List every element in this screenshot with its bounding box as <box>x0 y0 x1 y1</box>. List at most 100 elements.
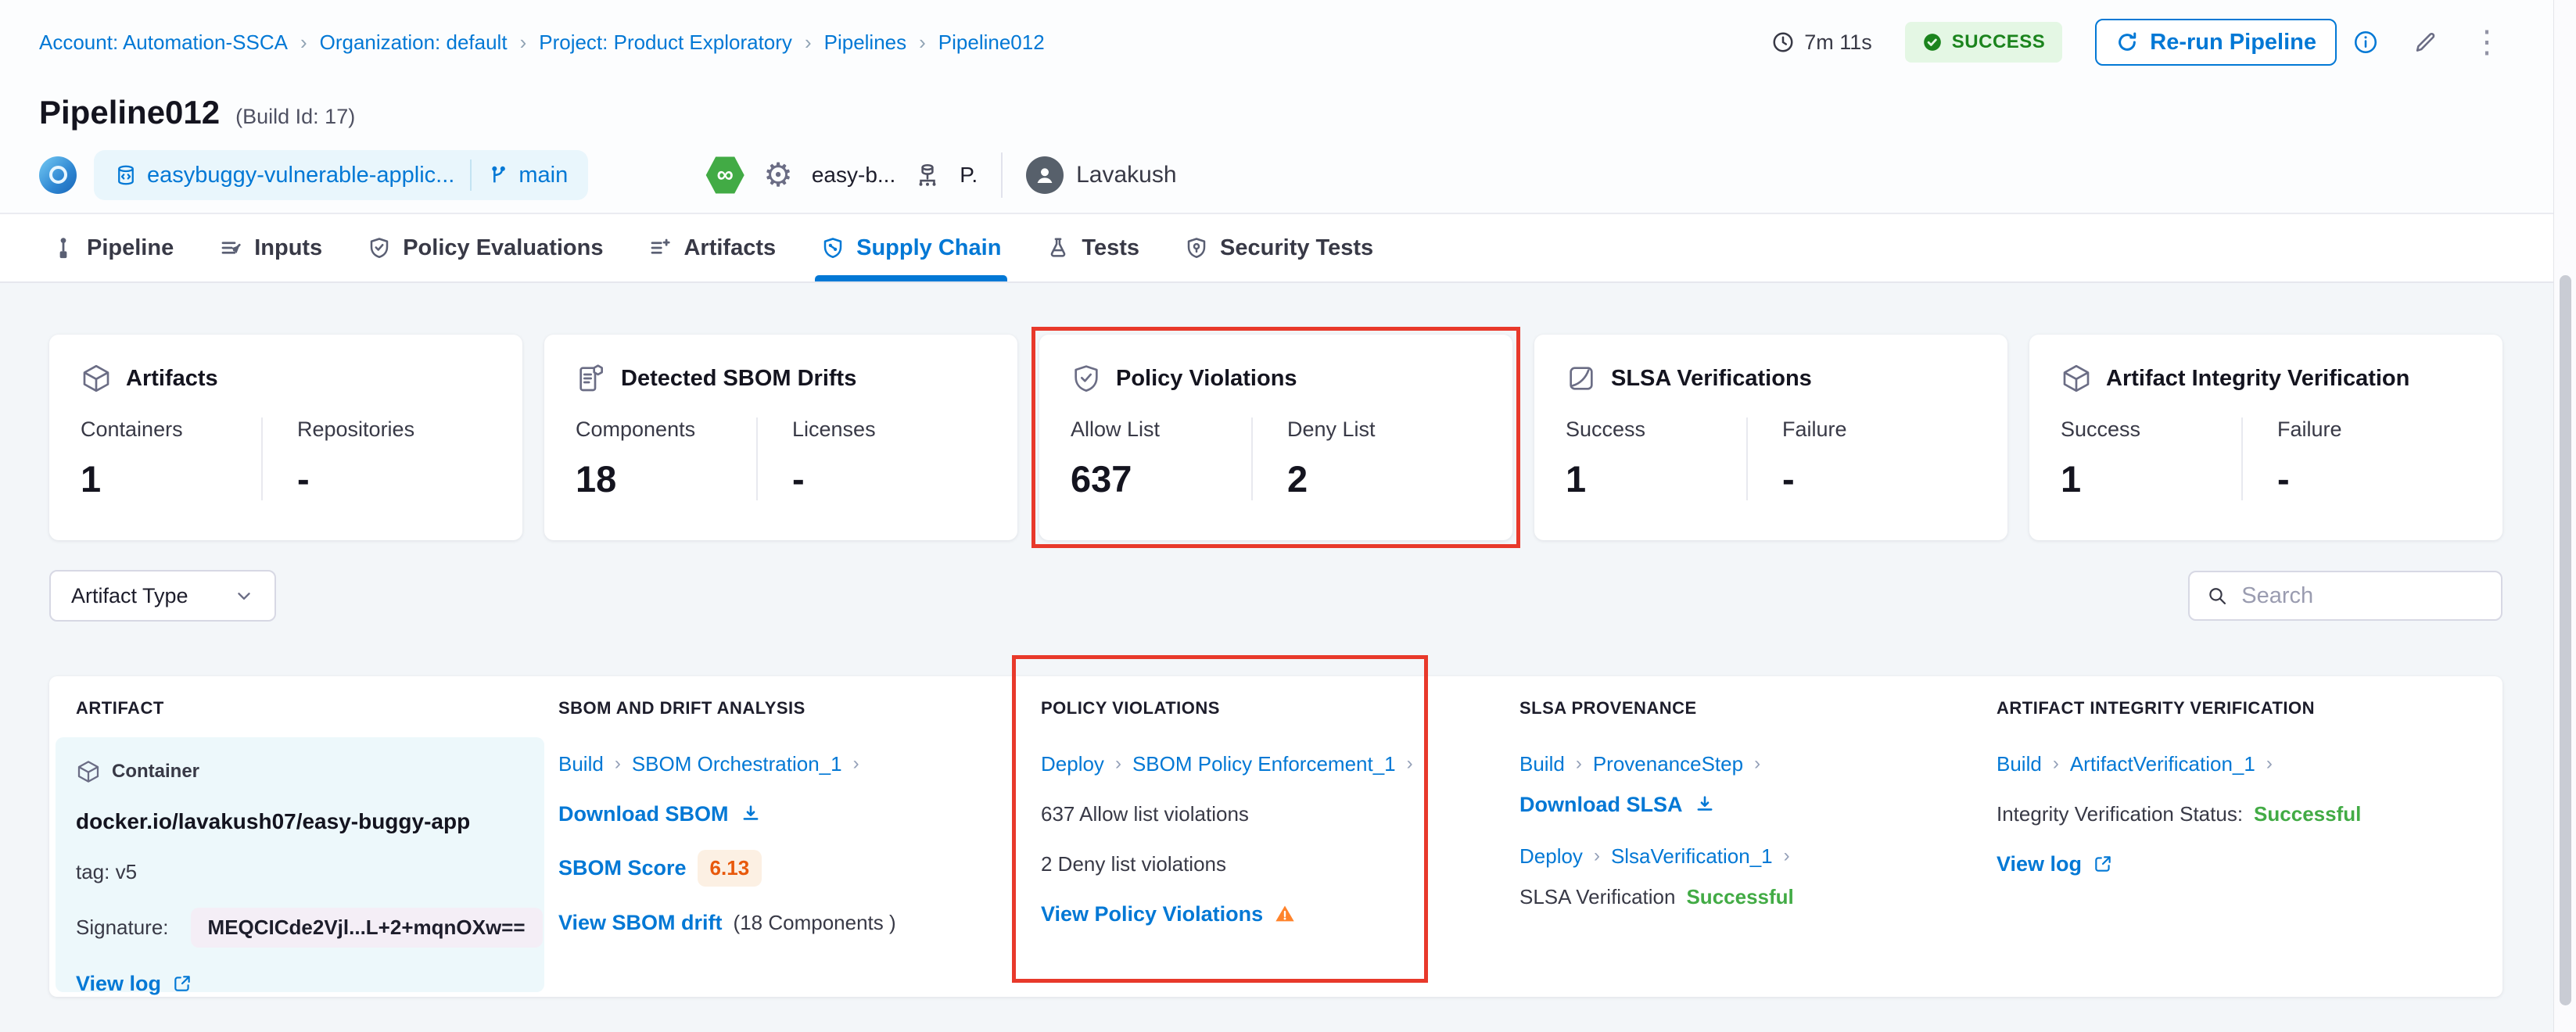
summary-cards: Artifacts Containers 1 Repositories - <box>49 335 2502 540</box>
search-input[interactable] <box>2241 583 2484 609</box>
integrity-status: Successful <box>2254 802 2361 826</box>
rerun-pipeline-button[interactable]: Re-run Pipeline <box>2095 19 2337 66</box>
external-link-icon <box>2093 854 2113 874</box>
slsa-verifications-summary-card: SLSA Verifications Success 1 Failure - <box>1534 335 2007 540</box>
flask-icon <box>1046 236 1070 260</box>
tab-label: Tests <box>1082 235 1139 261</box>
artifact-integrity-summary-card: Artifact Integrity Verification Success … <box>2029 335 2502 540</box>
column-header-artifact: ARTIFACT <box>49 698 555 718</box>
page-title: Pipeline012 <box>39 94 220 131</box>
user-name: Lavakush <box>1076 162 1176 188</box>
download-slsa-link[interactable]: Download SLSA <box>1519 793 1683 817</box>
artifact-tag: tag: v5 <box>76 860 137 884</box>
search-box <box>2188 571 2502 621</box>
column-header-policy-violations: POLICY VIOLATIONS <box>1011 698 1496 718</box>
ci-hexagon-icon: ∞ <box>705 156 744 195</box>
info-button[interactable] <box>2352 29 2379 56</box>
metric-components: Components 18 <box>576 417 756 500</box>
stage-link[interactable]: Build <box>1519 752 1565 776</box>
artifact-integrity-cell: Build › ArtifactVerification_1 › Integri… <box>1973 737 2502 992</box>
info-icon <box>2352 29 2379 56</box>
gear-icon: ⚙ <box>763 159 793 192</box>
search-icon <box>2207 584 2227 607</box>
inputs-icon <box>219 236 242 260</box>
pipeline-icon <box>52 236 75 260</box>
signature-value[interactable]: MEQCICde2Vjl...L+2+mqnOXw== <box>191 908 543 948</box>
metric-allow-list: Allow List 637 <box>1071 417 1251 500</box>
breadcrumb-organization[interactable]: Organization: default <box>320 30 508 55</box>
card-title-text: SLSA Verifications <box>1611 366 1812 392</box>
card-title-text: Detected SBOM Drifts <box>621 366 856 392</box>
step-link[interactable]: ProvenanceStep <box>1593 752 1743 776</box>
execution-tabs: Pipeline Inputs Policy Evaluations Artif… <box>0 214 2576 283</box>
tab-policy-evaluations[interactable]: Policy Evaluations <box>368 214 603 281</box>
card-title-text: Artifact Integrity Verification <box>2106 366 2409 392</box>
edit-pipeline-button[interactable] <box>2412 29 2438 56</box>
integrity-status-label: Integrity Verification Status: <box>1997 802 2243 826</box>
person-icon <box>1033 163 1057 187</box>
crumb-separator: › <box>2053 753 2059 775</box>
clock-icon <box>1771 30 1795 54</box>
tab-label: Inputs <box>254 235 322 261</box>
download-icon <box>740 803 762 825</box>
step-link[interactable]: SBOM Orchestration_1 <box>632 752 842 776</box>
tab-inputs[interactable]: Inputs <box>219 214 322 281</box>
build-id: (Build Id: 17) <box>235 105 355 129</box>
vertical-scrollbar-thumb[interactable] <box>2560 275 2571 1005</box>
breadcrumb-project[interactable]: Project: Product Exploratory <box>539 30 792 55</box>
download-sbom-link[interactable]: Download SBOM <box>558 802 729 826</box>
tab-pipeline[interactable]: Pipeline <box>52 214 174 281</box>
pill-divider <box>470 159 472 191</box>
branch-link[interactable]: main <box>487 163 568 188</box>
tab-artifacts[interactable]: Artifacts <box>648 214 776 281</box>
tab-label: Policy Evaluations <box>403 235 603 261</box>
check-circle-icon <box>1922 32 1943 52</box>
stage-link[interactable]: Deploy <box>1041 752 1104 776</box>
metric-integrity-failure: Failure - <box>2241 417 2471 500</box>
filter-row: Artifact Type <box>49 570 2502 622</box>
more-options-button[interactable]: ⋮ <box>2471 27 2502 58</box>
slsa-icon <box>1566 363 1597 394</box>
crumb-separator: › <box>853 753 859 775</box>
artifacts-table: ARTIFACT SBOM AND DRIFT ANALYSIS POLICY … <box>49 676 2502 997</box>
stage-link[interactable]: Build <box>1997 752 2042 776</box>
tab-label: Artifacts <box>683 235 776 261</box>
view-log-link[interactable]: View log <box>76 972 161 996</box>
view-sbom-drift-link[interactable]: View SBOM drift <box>558 911 723 935</box>
tab-tests[interactable]: Tests <box>1046 214 1139 281</box>
breadcrumb-current-pipeline: Pipeline012 <box>938 30 1045 55</box>
metric-containers: Containers 1 <box>81 417 261 500</box>
stage-link[interactable]: Deploy <box>1519 844 1583 869</box>
breadcrumb-pipelines[interactable]: Pipelines <box>824 30 907 55</box>
metric-integrity-success: Success 1 <box>2061 417 2241 500</box>
allow-list-violations: 637 Allow list violations <box>1041 802 1249 826</box>
metric-deny-list: Deny List 2 <box>1251 417 1481 500</box>
trigger-info: ∞ ⚙ easy-b... P. <box>705 156 978 195</box>
view-policy-violations-link[interactable]: View Policy Violations <box>1041 902 1263 926</box>
duration-text: 7m 11s <box>1804 30 1872 55</box>
git-branch-icon <box>487 163 509 187</box>
sbom-score-link[interactable]: SBOM Score <box>558 856 687 880</box>
tab-security-tests[interactable]: Security Tests <box>1185 214 1373 281</box>
view-log-link[interactable]: View log <box>1997 852 2082 876</box>
step-link[interactable]: SlsaVerification_1 <box>1611 844 1773 869</box>
codebase-step-label: easy-b... <box>812 163 895 188</box>
slsa-verification-label: SLSA Verification <box>1519 885 1675 909</box>
column-header-sbom: SBOM AND DRIFT ANALYSIS <box>555 698 1011 718</box>
user-avatar <box>1026 156 1064 194</box>
column-header-integrity: ARTIFACT INTEGRITY VERIFICATION <box>1973 698 2502 718</box>
sbom-cell: Build › SBOM Orchestration_1 › Download … <box>555 737 1011 992</box>
step-link[interactable]: ArtifactVerification_1 <box>2070 752 2255 776</box>
cube-icon <box>81 363 112 394</box>
table-header-row: ARTIFACT SBOM AND DRIFT ANALYSIS POLICY … <box>49 676 2502 718</box>
metric-slsa-success: Success 1 <box>1566 417 1746 500</box>
container-icon <box>76 759 101 784</box>
shield-check-icon <box>1071 363 1102 394</box>
repository-link[interactable]: easybuggy-vulnerable-applic... <box>114 163 454 188</box>
artifact-type-select[interactable]: Artifact Type <box>49 570 276 622</box>
stage-link[interactable]: Build <box>558 752 604 776</box>
breadcrumb-account[interactable]: Account: Automation-SSCA <box>39 30 288 55</box>
step-link[interactable]: SBOM Policy Enforcement_1 <box>1132 752 1396 776</box>
crumb-separator: › <box>1576 753 1582 775</box>
tab-supply-chain[interactable]: Supply Chain <box>821 214 1001 281</box>
